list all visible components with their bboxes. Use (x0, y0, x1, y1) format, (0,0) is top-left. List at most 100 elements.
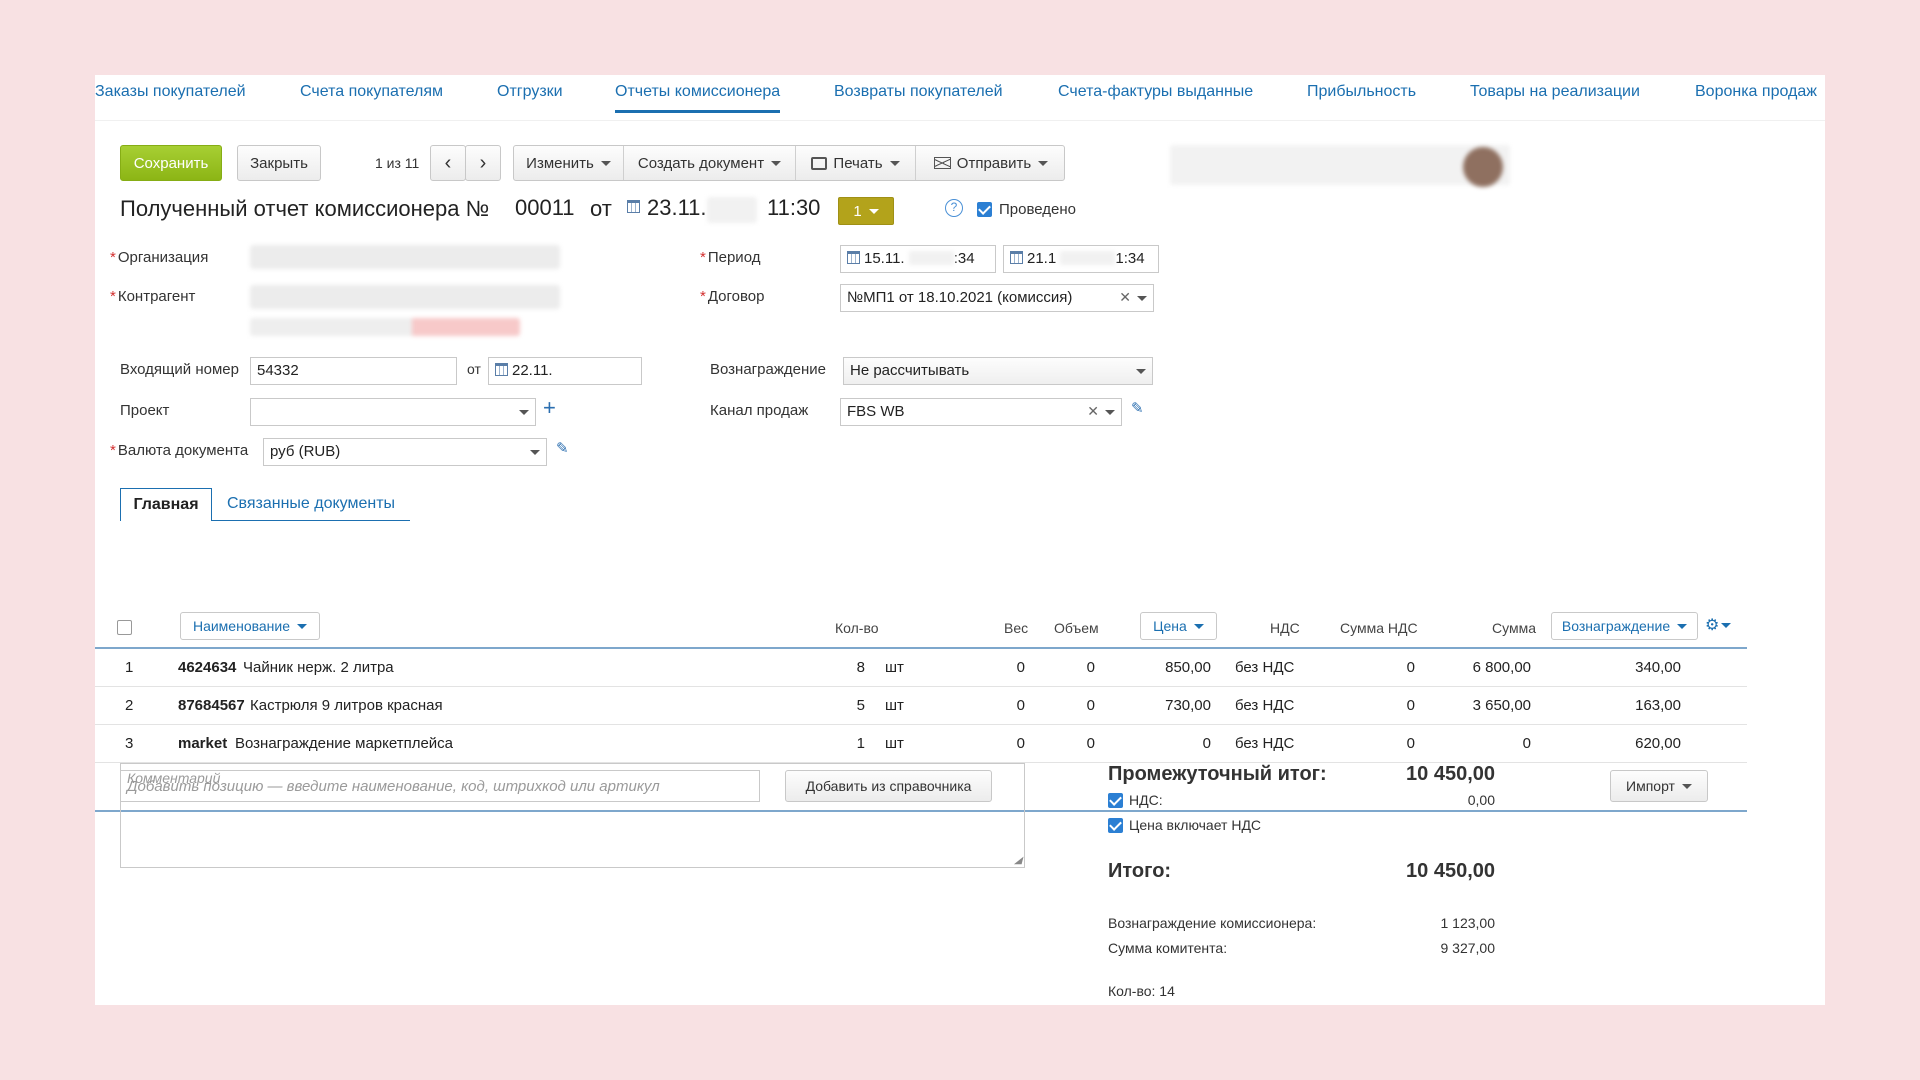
table-row[interactable]: 1 4624634 Чайник нерж. 2 литра 8 шт 0 0 … (95, 649, 1747, 687)
item-qty[interactable]: 8 (835, 659, 865, 676)
sales-channel-select[interactable]: FBS WB ✕ (840, 398, 1122, 426)
item-code: 4624634 (178, 659, 237, 676)
posted-checkbox[interactable] (977, 202, 992, 217)
item-name[interactable]: Вознаграждение маркетплейса (235, 735, 453, 752)
change-dropdown-button[interactable]: Изменить (514, 146, 624, 180)
item-qty[interactable]: 1 (835, 735, 865, 752)
item-qty[interactable]: 5 (835, 697, 865, 714)
item-unit: шт (885, 697, 904, 714)
calendar-icon[interactable] (847, 251, 860, 264)
chevron-down-icon (771, 160, 782, 166)
item-sum: 0 (1522, 735, 1531, 752)
comment-textarea[interactable]: Комментарий ◢ (120, 763, 1025, 868)
item-price[interactable]: 730,00 (1125, 697, 1211, 714)
edit-sales-channel-icon[interactable]: ✎ (1131, 399, 1144, 417)
tab-related-documents[interactable]: Связанные документы (212, 488, 410, 521)
item-name[interactable]: Чайник нерж. 2 литра (243, 659, 394, 676)
item-name[interactable]: Кастрюля 9 литров красная (250, 697, 443, 714)
tab-sales-funnel[interactable]: Воронка продаж (1695, 83, 1817, 113)
item-unit: шт (885, 735, 904, 752)
next-record-button[interactable]: › (465, 145, 501, 181)
close-button[interactable]: Закрыть (237, 145, 321, 181)
column-reward-sort-button[interactable]: Вознаграждение (1551, 612, 1698, 640)
calendar-icon[interactable] (1010, 251, 1023, 264)
send-dropdown-button[interactable]: Отправить (916, 146, 1066, 180)
tab-shipments[interactable]: Отгрузки (497, 83, 563, 113)
prev-record-button[interactable]: ‹ (430, 145, 466, 181)
tab-customer-returns[interactable]: Возвраты покупателей (834, 83, 1003, 113)
calendar-icon[interactable] (627, 199, 644, 216)
table-row[interactable]: 2 87684567 Кастрюля 9 литров красная 5 ш… (95, 687, 1747, 725)
avatar[interactable] (1463, 147, 1503, 187)
price-includes-vat-checkbox[interactable] (1108, 818, 1123, 833)
column-sum: Сумма (1492, 620, 1536, 636)
period-to-field[interactable]: 21.1 1:34 (1003, 245, 1159, 273)
top-navigation-tabs: Заказы покупателей Счета покупателям Отг… (95, 75, 1825, 121)
document-title: Полученный отчет комиссионера № (120, 196, 490, 221)
add-project-icon[interactable]: + (543, 395, 556, 421)
envelope-icon (933, 157, 951, 169)
row-number: 1 (125, 659, 134, 676)
save-button[interactable]: Сохранить (120, 145, 222, 181)
vat-value: 0,00 (1467, 792, 1495, 808)
chevron-down-icon (1681, 783, 1692, 789)
create-document-dropdown-button[interactable]: Создать документ (624, 146, 796, 180)
organization-field-blurred[interactable] (250, 245, 560, 269)
item-vat: без НДС (1235, 697, 1295, 714)
item-price[interactable]: 0 (1125, 735, 1211, 752)
tab-issued-invoices[interactable]: Счета-фактуры выданные (1058, 83, 1253, 113)
document-date[interactable]: 23.11. (647, 195, 707, 221)
counterparty-field-blurred[interactable] (250, 285, 560, 309)
organization-label: Организация (110, 249, 208, 266)
column-vat-sum: Сумма НДС (1340, 620, 1418, 636)
contract-select[interactable]: №МП1 от 18.10.2021 (комиссия) ✕ (840, 284, 1154, 312)
item-reward[interactable]: 340,00 (1575, 659, 1681, 676)
incoming-number-field[interactable]: 54332 (250, 357, 457, 385)
document-time[interactable]: 11:30 (767, 195, 820, 221)
item-vat: без НДС (1235, 735, 1295, 752)
edit-currency-icon[interactable]: ✎ (556, 439, 569, 457)
project-select[interactable] (250, 398, 536, 426)
import-dropdown-button[interactable]: Импорт (1610, 770, 1708, 802)
column-price-sort-button[interactable]: Цена (1140, 612, 1217, 640)
resize-handle-icon[interactable]: ◢ (1014, 855, 1022, 866)
column-qty: Кол-во (835, 620, 879, 636)
calendar-icon[interactable] (495, 363, 508, 376)
item-vat: без НДС (1235, 659, 1295, 676)
subtotal-label: Промежуточный итог: (1108, 763, 1327, 785)
date-year-blurred (707, 197, 757, 223)
posted-label: Проведено (999, 201, 1076, 218)
clear-icon[interactable]: ✕ (1087, 403, 1099, 420)
status-dropdown[interactable]: 1 (838, 197, 894, 225)
vat-checkbox[interactable] (1108, 793, 1123, 808)
vat-label: НДС: (1129, 792, 1163, 808)
item-volume: 0 (1086, 697, 1095, 714)
period-from-field[interactable]: 15.11. :34 (840, 245, 996, 273)
print-dropdown-button[interactable]: Печать (796, 146, 916, 180)
chevron-down-icon (600, 160, 611, 166)
item-reward[interactable]: 163,00 (1575, 697, 1681, 714)
tab-consignment-goods[interactable]: Товары на реализации (1470, 83, 1640, 113)
reward-select[interactable]: Не рассчитывать (843, 357, 1153, 385)
pager-text: 1 из 11 (375, 155, 420, 171)
clear-icon[interactable]: ✕ (1119, 289, 1131, 306)
item-price[interactable]: 850,00 (1125, 659, 1211, 676)
tab-customer-invoices[interactable]: Счета покупателям (300, 83, 443, 113)
item-weight: 0 (1016, 735, 1025, 752)
currency-select[interactable]: руб (RUB) (263, 438, 547, 466)
chevron-down-icon (1193, 623, 1204, 629)
tab-customer-orders[interactable]: Заказы покупателей (95, 83, 246, 113)
chevron-down-icon (1137, 296, 1147, 301)
tab-main[interactable]: Главная (120, 488, 212, 521)
help-icon[interactable]: ? (945, 199, 963, 217)
item-reward[interactable]: 620,00 (1575, 735, 1681, 752)
tab-profitability[interactable]: Прибыльность (1307, 83, 1416, 113)
column-settings-gear-icon[interactable]: ⚙ (1705, 615, 1732, 635)
select-all-checkbox[interactable] (117, 620, 132, 635)
incoming-date-field[interactable]: 22.11. (488, 357, 642, 385)
reward-label: Вознаграждение (710, 361, 826, 378)
tab-commission-reports[interactable]: Отчеты комиссионера (615, 83, 781, 113)
chevron-down-icon (297, 623, 308, 629)
column-name-sort-button[interactable]: Наименование (180, 612, 320, 640)
table-row[interactable]: 3 market Вознаграждение маркетплейса 1 ш… (95, 725, 1747, 763)
